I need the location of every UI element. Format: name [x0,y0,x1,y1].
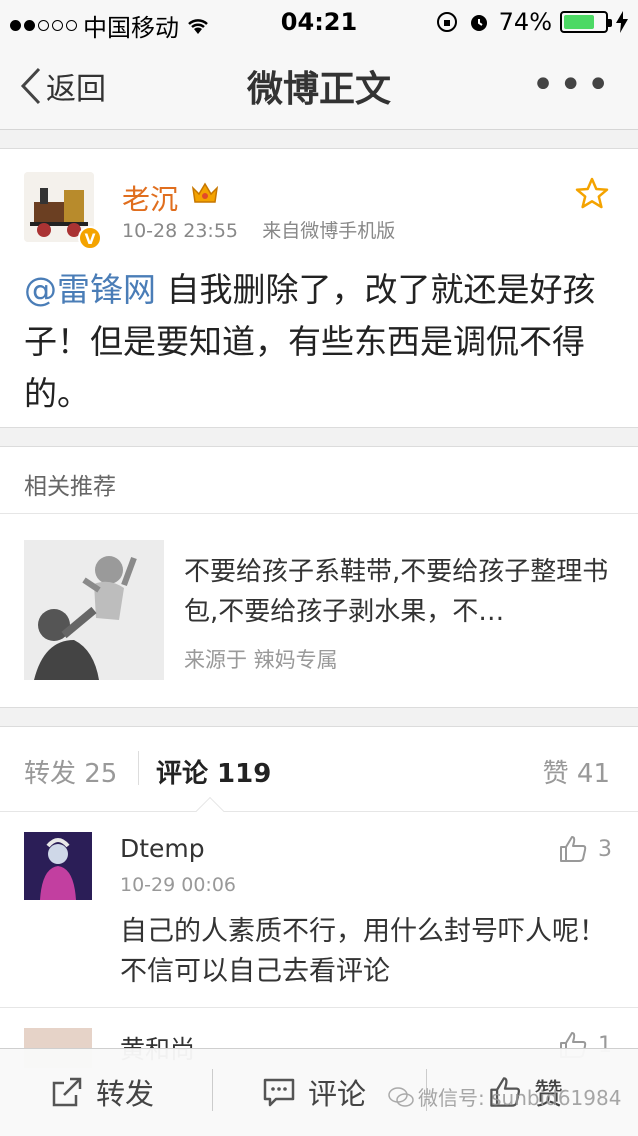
mention-link[interactable]: @雷锋网 [24,270,156,309]
more-button[interactable]: ••• [531,62,614,108]
tab-divider [138,751,139,785]
status-right: 74% [435,8,628,36]
commenter-avatar-image [24,832,92,900]
crown-icon [191,182,219,203]
tab-comment[interactable]: 评论 119 [156,753,271,790]
comment-button[interactable]: 评论 [262,1071,366,1113]
tab-repost[interactable]: 转发 25 [24,753,117,790]
comment-like-count: 3 [598,836,612,862]
related-source: 来源于 辣妈专属 [184,648,338,672]
commenter-name[interactable]: Dtemp [120,834,205,863]
bottom-divider [212,1069,213,1111]
repost-label: 转发 [96,1077,155,1111]
verified-badge: V [78,226,102,250]
nav-bar: 返回 微博正文 ••• [0,44,638,130]
related-header: 相关推荐 [0,446,638,514]
post-source: 来自微博手机版 [262,220,396,242]
parent-child-photo [24,540,164,680]
watermark-text: 微信号: sunbid61984 [418,1086,622,1110]
comment-time: 10-29 00:06 [120,874,237,896]
favorite-star-icon[interactable] [574,176,610,212]
related-title: 不要给孩子系鞋带,不要给孩子整理书包,不要给孩子剥水果，不… [184,557,609,627]
battery-fill [564,15,594,29]
related-thumbnail [24,540,164,680]
share-icon [52,1077,82,1107]
post-username[interactable]: 老沉 [122,178,178,218]
post-meta: 10-28 23:55 来自微博手机版 [122,216,395,243]
comment-icon [263,1078,295,1107]
comment-item: Dtemp 10-29 00:06 3 自己的人素质不行，用什么封号吓人呢！不信… [0,812,638,1008]
repost-button[interactable]: 转发 [50,1071,154,1113]
comment-like-button[interactable]: 3 [558,834,612,864]
tab-like[interactable]: 赞 41 [543,753,610,790]
rotation-lock-icon [436,12,457,32]
battery-percent: 74% [498,8,552,36]
interaction-tabs: 转发 25 评论 119 赞 41 [0,726,638,826]
wechat-icon [388,1086,414,1107]
post-body: @雷锋网 自我删除了，改了就还是好孩子！但是要知道，有些东西是调侃不得的。 [24,264,614,420]
related-header-label: 相关推荐 [24,474,116,500]
related-item[interactable]: 不要给孩子系鞋带,不要给孩子整理书包,不要给孩子剥水果，不… 来源于 辣妈专属 [0,514,638,708]
thumbs-up-icon [560,836,587,862]
post-timestamp: 10-28 23:55 [122,220,239,242]
commenter-avatar[interactable] [24,832,92,900]
battery-icon [560,11,612,33]
watermark: 微信号: sunbid61984 [388,1082,621,1111]
status-bar: 中国移动 04:21 74% [0,0,638,44]
charging-icon [616,11,628,33]
comment-label: 评论 [308,1077,367,1111]
comment-text: 自己的人素质不行，用什么封号吓人呢！不信可以自己去看评论 [120,916,606,987]
alarm-icon [470,15,487,31]
